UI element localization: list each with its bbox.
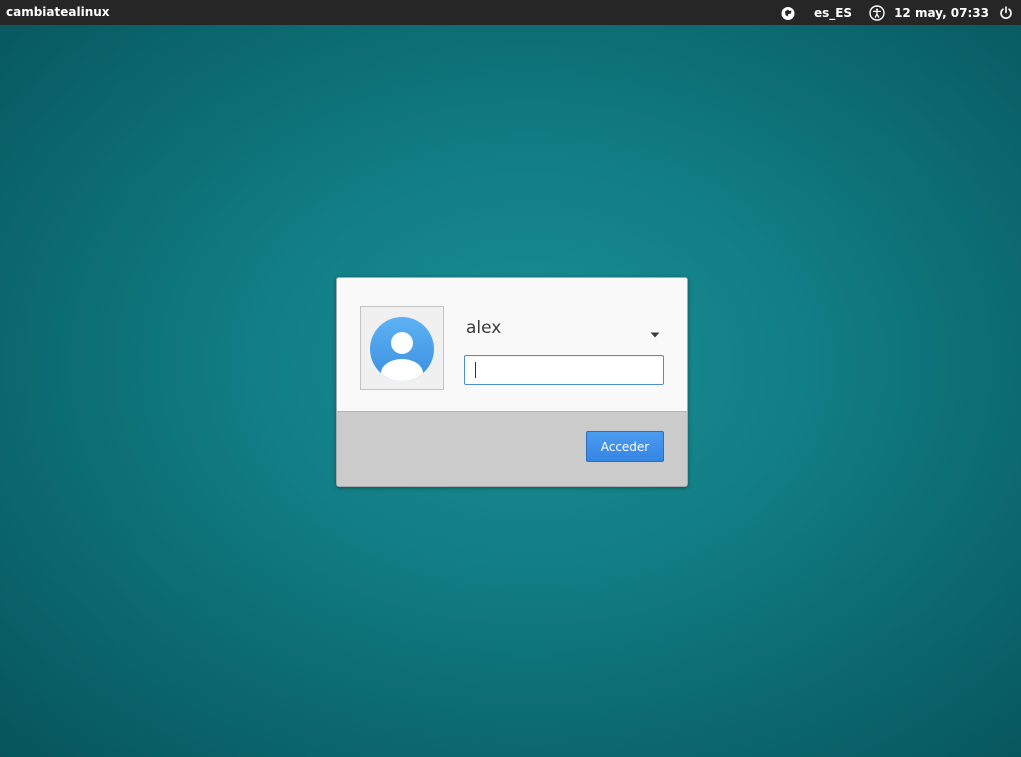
- chevron-down-icon[interactable]: [649, 324, 661, 338]
- login-button[interactable]: Acceder: [586, 431, 664, 462]
- hostname-label: cambiatealinux: [6, 5, 110, 19]
- password-field[interactable]: [464, 355, 664, 385]
- user-avatar-icon: [370, 317, 434, 381]
- login-dialog: alex Acceder: [336, 277, 688, 487]
- username-label[interactable]: alex: [466, 318, 501, 338]
- top-panel: cambiatealinux es_ES 12 may, 07:33: [0, 0, 1021, 25]
- power-icon[interactable]: [998, 5, 1014, 21]
- indicator-area: es_ES 12 may, 07:33: [780, 0, 1021, 25]
- accessibility-icon[interactable]: [869, 4, 885, 21]
- text-caret: [475, 362, 476, 378]
- login-dialog-header: alex: [337, 278, 687, 412]
- avatar: [360, 306, 444, 390]
- language-indicator[interactable]: es_ES: [814, 6, 852, 20]
- keyboard-layout-icon[interactable]: [780, 5, 796, 21]
- clock[interactable]: 12 may, 07:33: [894, 6, 989, 20]
